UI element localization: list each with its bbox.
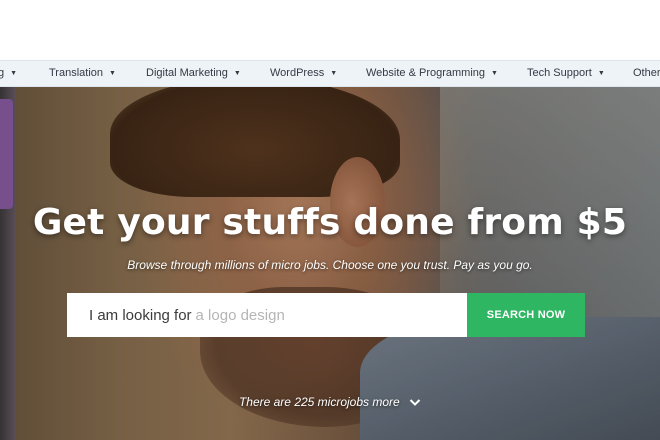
nav-item-label: Tech Support (527, 67, 592, 79)
caret-down-icon: ▼ (109, 70, 116, 77)
nav-item-website-programming[interactable]: Website & Programming ▼ (366, 61, 498, 86)
hero-subheadline: Browse through millions of micro jobs. C… (127, 258, 533, 272)
nav-item-label: Translation (49, 67, 104, 79)
search-input[interactable]: I am looking for a logo design (67, 293, 467, 337)
more-microjobs-text: There are 225 microjobs more (238, 395, 400, 409)
nav-item-label: Website & Programming (366, 67, 486, 79)
search-prefix-label: I am looking for (89, 306, 192, 324)
nav-item-label: g (0, 67, 4, 79)
caret-down-icon: ▼ (597, 70, 605, 77)
nav-item-label: Other (633, 67, 660, 79)
search-now-button[interactable]: SEARCH NOW (467, 293, 585, 337)
more-microjobs-link[interactable]: There are 225 microjobs more (0, 395, 660, 410)
caret-down-icon: ▼ (330, 70, 338, 77)
top-blank-area (0, 0, 660, 60)
nav-item-wordpress[interactable]: WordPress ▼ (270, 61, 337, 86)
nav-item-label: WordPress (270, 67, 325, 79)
caret-down-icon: ▼ (233, 70, 241, 77)
category-nav: g▼ Translation▼ Digital Marketing▼ WordP… (0, 60, 660, 87)
nav-item-label: Digital Marketing (146, 67, 228, 79)
search-placeholder: a logo design (195, 306, 285, 324)
hero-headline: Get your stuffs done from $5 (32, 202, 628, 243)
nav-item-partial[interactable]: g▼ (0, 61, 17, 86)
nav-item-other[interactable]: Other▼ (633, 61, 660, 86)
caret-down-icon: ▼ (10, 70, 18, 77)
nav-item-tech-support[interactable]: Tech Support ▼ (527, 61, 605, 86)
nav-item-digital-marketing[interactable]: Digital Marketing ▼ (146, 61, 241, 86)
caret-down-icon: ▼ (491, 70, 498, 77)
nav-item-translation[interactable]: Translation ▼ (49, 61, 116, 86)
chevron-down-icon (409, 396, 421, 410)
